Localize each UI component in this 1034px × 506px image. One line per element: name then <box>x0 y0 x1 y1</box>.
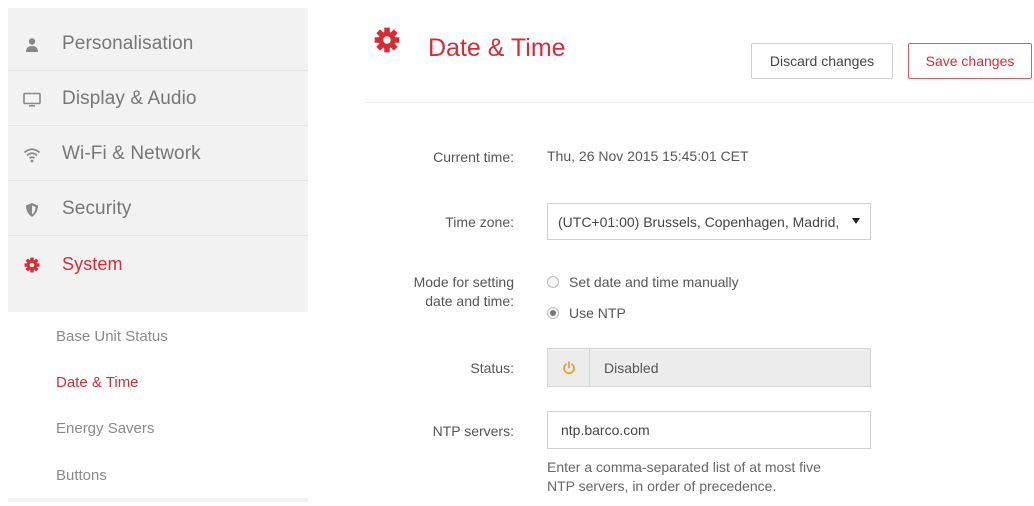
status-field: Disabled <box>547 348 871 387</box>
status-label: Status: <box>470 360 514 376</box>
gear-icon <box>22 255 42 275</box>
mode-label-line: date and time: <box>425 293 514 309</box>
chevron-down-icon <box>852 218 860 224</box>
radio-button[interactable] <box>547 276 559 288</box>
ntp-servers-help: Enter a comma-separated list of at most … <box>547 458 821 496</box>
discard-changes-button[interactable]: Discard changes <box>751 43 893 79</box>
radio-label: Use NTP <box>569 305 626 321</box>
submenu-item-buttons[interactable]: Buttons <box>56 467 107 484</box>
sidebar-item-label: Security <box>62 198 132 219</box>
mode-option-ntp[interactable]: Use NTP <box>547 303 626 323</box>
sidebar-item-security[interactable]: Security <box>8 182 308 236</box>
radio-button[interactable] <box>547 307 559 319</box>
header-divider <box>366 102 1034 103</box>
sidebar-item-label: Personalisation <box>62 33 194 54</box>
sidebar-item-system[interactable]: System <box>8 237 308 291</box>
sidebar-item-label: System <box>62 254 123 274</box>
help-text-line: Enter a comma-separated list of at most … <box>547 459 821 475</box>
timezone-selected-value: (UTC+01:00) Brussels, Copenhagen, Madrid… <box>558 214 844 230</box>
sidebar-item-label: Display & Audio <box>62 88 197 109</box>
mode-label: Mode for setting date and time: <box>314 273 514 311</box>
person-icon <box>22 35 42 55</box>
radio-label: Set date and time manually <box>569 274 739 290</box>
current-time-value: Thu, 26 Nov 2015 15:45:01 CET <box>547 148 749 164</box>
monitor-icon <box>22 90 42 110</box>
submenu-item-date-time[interactable]: Date & Time <box>56 374 139 391</box>
status-value: Disabled <box>604 360 659 376</box>
save-changes-button[interactable]: Save changes <box>908 43 1032 79</box>
gear-icon <box>374 27 400 53</box>
sidebar-item-label: Wi-Fi & Network <box>62 143 201 164</box>
ntp-servers-label: NTP servers: <box>432 423 514 439</box>
current-time-label: Current time: <box>433 149 514 165</box>
timezone-select[interactable]: (UTC+01:00) Brussels, Copenhagen, Madrid… <box>547 203 871 240</box>
submenu-item-energy-savers[interactable]: Energy Savers <box>56 420 154 437</box>
timezone-label: Time zone: <box>445 214 514 230</box>
wifi-icon <box>22 145 42 165</box>
page-title: Date & Time <box>428 34 566 62</box>
sidebar-item-display-audio[interactable]: Display & Audio <box>8 72 308 126</box>
sidebar-item-wifi-network[interactable]: Wi-Fi & Network <box>8 127 308 181</box>
sidebar-item-personalisation[interactable]: Personalisation <box>8 17 308 71</box>
ntp-servers-input[interactable] <box>547 411 871 449</box>
help-text-line: NTP servers, in order of precedence. <box>547 478 777 494</box>
power-icon <box>548 349 590 386</box>
submenu-item-base-unit-status[interactable]: Base Unit Status <box>56 328 168 345</box>
shield-icon <box>22 200 42 220</box>
mode-option-manual[interactable]: Set date and time manually <box>547 272 739 292</box>
mode-label-line: Mode for setting <box>413 274 514 290</box>
system-submenu: Base Unit Status Date & Time Energy Save… <box>8 312 308 498</box>
